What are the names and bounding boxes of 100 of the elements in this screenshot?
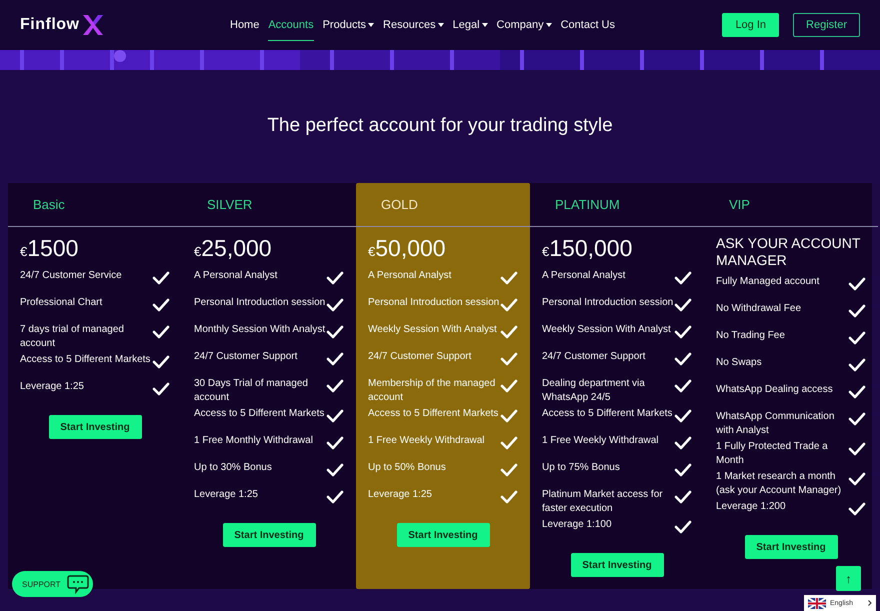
feature-text: 1 Fully Protected Trade a Month [716,440,829,468]
feature-text: Access to 5 Different Markets [194,407,326,421]
nav-link[interactable]: Accounts [268,10,314,40]
feature-text: A Personal Analyst [542,269,626,283]
check-icon [848,472,866,486]
feature-text: Leverage 1:100 [542,518,613,532]
check-icon [674,520,692,534]
start-investing-button[interactable]: Start Investing [396,523,490,547]
nav-link[interactable]: Resources [383,10,444,40]
check-icon [152,271,170,285]
plan-name: Basic [33,197,65,212]
nav-link[interactable]: Contact Us [560,10,616,40]
check-icon [674,325,692,339]
check-icon [326,409,344,423]
chat-icon [66,574,89,594]
register-button[interactable]: Register [793,13,860,37]
start-investing-button[interactable]: Start Investing [48,415,142,439]
check-icon [500,271,518,285]
feature-text: Up to 75% Bonus [542,461,621,475]
check-icon [674,352,692,366]
feature-text: Leverage 1:25 [194,488,259,502]
check-icon [500,379,518,393]
feature-text: Personal Introduction session [368,296,500,310]
feature-text: 24/7 Customer Support [368,350,472,364]
check-icon [326,379,344,393]
check-icon [674,463,692,477]
plan-price: €25,000 [194,235,273,263]
nav-link[interactable]: Products [322,10,374,40]
feature-text: Leverage 1:25 [368,488,433,502]
check-icon [500,490,518,504]
nav-link[interactable]: Legal [452,10,488,40]
feature-text: Up to 30% Bonus [194,461,273,475]
check-icon [500,409,518,423]
start-investing-button[interactable]: Start Investing [570,553,664,577]
check-icon [848,502,866,516]
feature-text: 1 Market research a month (ask your Account Manager) [716,470,842,498]
feature-text: Weekly Session With Analyst [368,323,498,337]
check-icon [152,355,170,369]
login-button[interactable]: Log In [722,13,780,37]
check-icon [848,304,866,318]
feature-text: No Withdrawal Fee [716,302,802,316]
scroll-top-button[interactable]: ↑ [836,566,861,591]
check-icon [674,271,692,285]
feature-text: Monthly Session With Analyst [194,323,326,337]
check-icon [152,382,170,396]
nav-link[interactable]: Home [230,10,260,40]
feature-text: Platinum Market access for faster execution [542,488,664,516]
check-icon [326,463,344,477]
check-icon [500,436,518,450]
check-icon [326,436,344,450]
check-icon [848,277,866,291]
flag-icon [808,598,826,608]
plan-price: €150,000 [542,235,634,263]
start-investing-button[interactable]: Start Investing [744,535,838,559]
check-icon [500,298,518,312]
feature-text: No Trading Fee [716,329,786,343]
check-icon [500,352,518,366]
logo-text[interactable]: Finflow [20,16,80,34]
feature-text: No Swaps [716,356,763,370]
feature-text: Professional Chart [20,296,104,310]
nav-link[interactable]: Company [496,10,552,40]
plan-name: GOLD [381,197,418,212]
check-icon [848,358,866,372]
check-icon [326,490,344,504]
plan-price: ASK YOUR ACCOUNT MANAGER [716,235,862,269]
feature-text: Up to 50% Bonus [368,461,447,475]
check-icon [674,409,692,423]
check-icon [326,352,344,366]
feature-text: 30 Days Trial of managed account [194,377,309,405]
feature-text: Membership of the managed account [368,377,496,405]
check-icon [326,298,344,312]
check-icon [500,463,518,477]
feature-text: Personal Introduction session [194,296,326,310]
check-icon [848,385,866,399]
feature-text: Fully Managed account [716,275,820,289]
support-button[interactable]: SUPPORT [12,571,93,597]
plan-name: SILVER [207,197,252,212]
page-heading: The perfect account for your trading style [266,115,614,137]
check-icon [674,298,692,312]
feature-text: WhatsApp Dealing access [716,383,834,397]
check-icon [326,271,344,285]
feature-text: 24/7 Customer Support [194,350,298,364]
logo-icon [81,14,106,36]
check-icon [674,436,692,450]
feature-text: A Personal Analyst [194,269,278,283]
chevron-icon [868,600,872,606]
plan-price: €1500 [20,235,80,263]
start-investing-button[interactable]: Start Investing [222,523,316,547]
feature-text: Dealing department via WhatsApp 24/5 [542,377,646,405]
check-icon [152,325,170,339]
feature-text: 1 Free Monthly Withdrawal [194,434,314,448]
check-icon [848,331,866,345]
check-icon [674,490,692,504]
feature-text: Access to 5 Different Markets [368,407,500,421]
feature-text: 24/7 Customer Service [20,269,123,283]
check-icon [848,442,866,456]
feature-text: Weekly Session With Analyst [542,323,672,337]
feature-text: Leverage 1:25 [20,380,85,394]
feature-text: Personal Introduction session [542,296,674,310]
feature-text: 1 Free Weekly Withdrawal [368,434,486,448]
